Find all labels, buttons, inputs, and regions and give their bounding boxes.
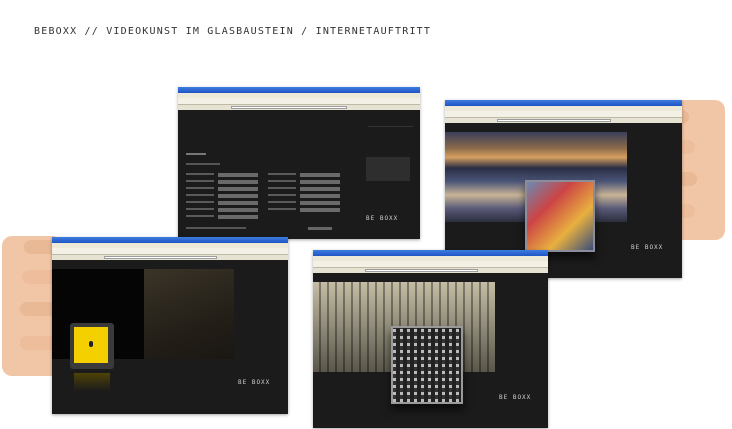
browser-toolbar	[52, 248, 288, 255]
room-photo-image	[144, 269, 234, 359]
site-logo: BE BOXX	[631, 244, 664, 251]
site-nav	[631, 130, 676, 175]
yellow-box-image	[70, 323, 114, 369]
browser-address-bar	[313, 268, 548, 273]
screenshot-glass-block-page: BE BOXX	[313, 250, 548, 428]
site-logo: BE BOXX	[238, 379, 271, 386]
page-title: BEBOXX // VIDEOKUNST IM GLASBAUSTEIN / I…	[34, 26, 432, 37]
site-nav	[368, 117, 413, 154]
browser-toolbar	[313, 261, 548, 268]
screenshot-form-page: BE BOXX	[178, 87, 420, 239]
browser-address-bar	[445, 118, 682, 123]
glass-block-cube-image	[525, 180, 595, 252]
browser-toolbar	[178, 98, 420, 105]
browser-toolbar	[445, 111, 682, 118]
glass-block-image	[391, 326, 463, 404]
site-content: BE BOXX	[313, 274, 548, 428]
site-content: BE BOXX	[178, 111, 420, 239]
screenshot-yellow-box-page: BE BOXX	[52, 237, 288, 414]
site-nav	[238, 267, 283, 312]
site-nav	[499, 280, 544, 316]
site-logo: BE BOXX	[499, 394, 532, 401]
site-logo: BE BOXX	[366, 215, 399, 222]
browser-address-bar	[178, 105, 420, 110]
browser-address-bar	[52, 255, 288, 260]
site-content: BE BOXX	[52, 261, 288, 414]
